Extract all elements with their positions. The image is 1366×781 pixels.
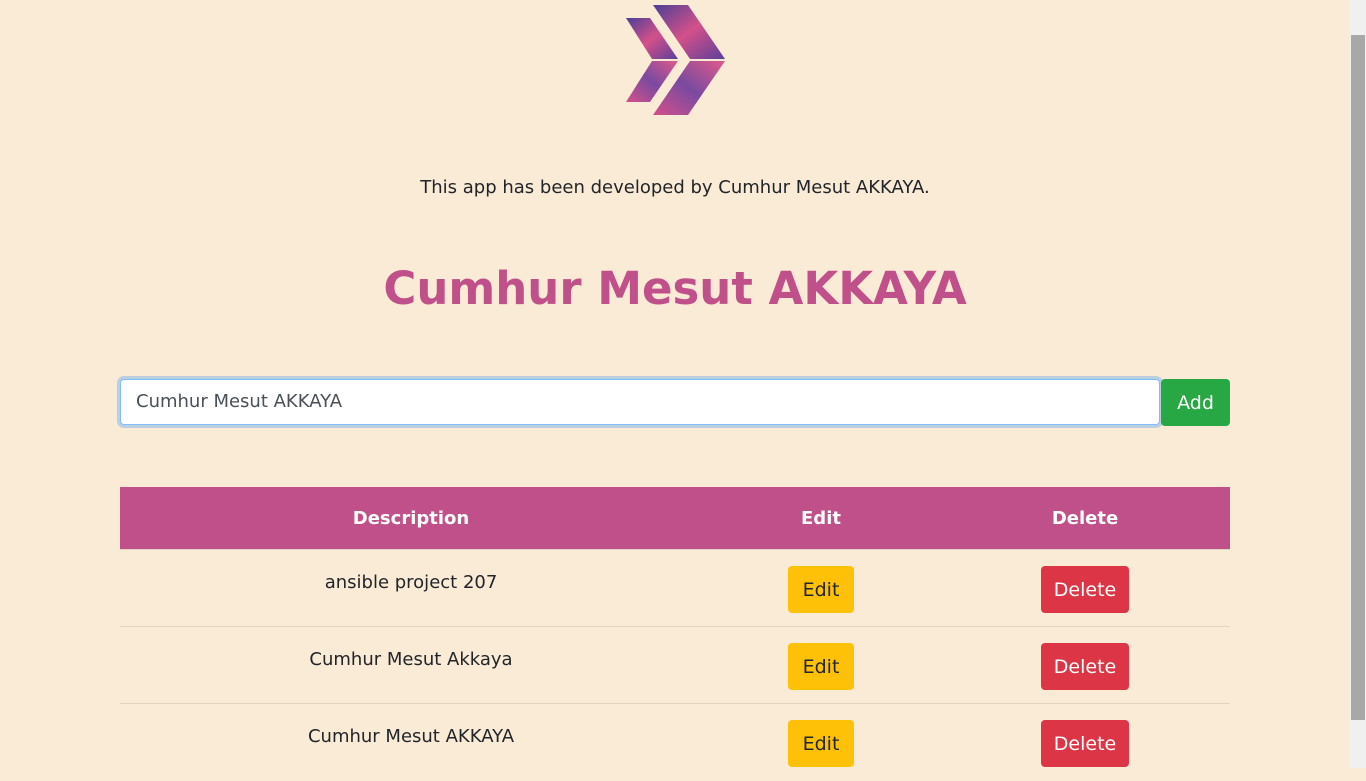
table-row: Cumhur Mesut AKKAYA Edit Delete — [120, 703, 1230, 781]
table-row: ansible project 207 Edit Delete — [120, 549, 1230, 627]
vertical-scrollbar[interactable] — [1350, 0, 1366, 768]
delete-button[interactable]: Delete — [1041, 566, 1129, 613]
credit-text: This app has been developed by Cumhur Me… — [420, 177, 930, 198]
row-description: Cumhur Mesut AKKAYA — [120, 703, 702, 781]
header-description: Description — [120, 487, 702, 550]
page-title: Cumhur Mesut AKKAYA — [383, 262, 967, 315]
add-button[interactable]: Add — [1161, 379, 1230, 426]
delete-button[interactable]: Delete — [1041, 720, 1129, 767]
table-row: Cumhur Mesut Akkaya Edit Delete — [120, 626, 1230, 704]
header-edit: Edit — [702, 487, 940, 550]
delete-button[interactable]: Delete — [1041, 643, 1129, 690]
row-description: ansible project 207 — [120, 549, 702, 627]
edit-button[interactable]: Edit — [788, 720, 854, 767]
page: This app has been developed by Cumhur Me… — [0, 0, 1350, 781]
edit-button[interactable]: Edit — [788, 643, 854, 690]
todo-table: Description Edit Delete ansible project … — [120, 487, 1230, 781]
todo-input[interactable]: Cumhur Mesut AKKAYA — [120, 379, 1160, 425]
header-delete: Delete — [940, 487, 1230, 550]
edit-button[interactable]: Edit — [788, 566, 854, 613]
row-description: Cumhur Mesut Akkaya — [120, 626, 702, 704]
scrollbar-thumb[interactable] — [1351, 35, 1365, 720]
chevron-logo-icon — [626, 5, 725, 115]
